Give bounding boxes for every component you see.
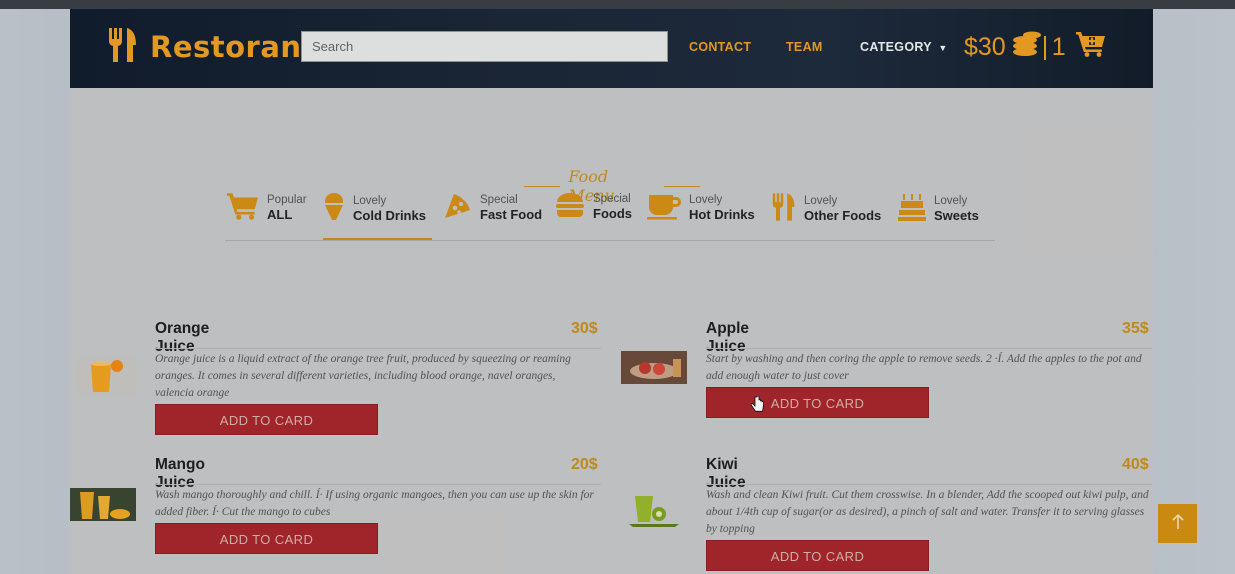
item-description: Wash and clean Kiwi fruit. Cut them cros… [706, 489, 1149, 535]
item-description: Orange juice is a liquid extract of the … [155, 353, 571, 399]
tab-main-label: ALL [267, 207, 293, 222]
tab-sub-label: Lovely [353, 195, 387, 207]
search-input[interactable]: Search [301, 31, 668, 62]
cart-separator [1043, 35, 1046, 60]
cart-icon [225, 192, 259, 224]
item-description: Wash mango thoroughly and chill. Í· If u… [155, 489, 594, 518]
coffee-icon [647, 192, 681, 224]
tab-main-label: Hot Drinks [689, 207, 755, 222]
menu-tabs: Popular ALL Lovely Cold Drinks Special F… [225, 192, 995, 241]
tab-main-label: Foods [593, 206, 632, 221]
nav-team-link[interactable]: TEAM [786, 40, 823, 54]
burger-icon [555, 192, 585, 222]
browser-top-strip [0, 0, 1235, 9]
pizza-icon [442, 192, 472, 224]
tab-sub-label: Special [593, 193, 631, 205]
coins-icon [1012, 31, 1042, 64]
add-to-card-button[interactable]: ADD TO CARD [155, 404, 378, 435]
item-divider [706, 348, 1152, 349]
tab-main-label: Fast Food [480, 207, 543, 222]
item-description: Start by washing and then coring the app… [706, 353, 1142, 382]
cart-count: 1 [1051, 33, 1066, 61]
menu-section: Food Menu Popular ALL Lovely Cold Drinks… [70, 88, 1153, 574]
tab-main-label: Sweets [934, 208, 979, 223]
cake-icon [898, 192, 926, 226]
item-image [621, 488, 687, 528]
item-price: 20$ [571, 456, 598, 473]
tab-sub-label: Lovely [689, 194, 723, 206]
add-to-card-button[interactable]: ADD TO CARD [155, 523, 378, 554]
logo[interactable]: Restoran [108, 28, 302, 66]
utensils-icon [772, 192, 796, 226]
tab-sweets[interactable]: Lovely Sweets [898, 192, 979, 226]
caret-down-icon: ▼ [938, 43, 948, 53]
tab-hot-drinks[interactable]: Lovely Hot Drinks [647, 192, 755, 224]
brand-name: Restoran [150, 30, 302, 64]
item-divider [155, 348, 601, 349]
item-price: 35$ [1122, 320, 1149, 337]
arrow-up-icon [1171, 513, 1184, 534]
tab-sub-label: Lovely [804, 195, 838, 207]
item-price: 40$ [1122, 456, 1149, 473]
mouse-pointer-icon [750, 395, 764, 418]
tab-main-label: Other Foods [804, 208, 882, 223]
nav-contact-link[interactable]: CONTACT [689, 40, 751, 54]
tab-sub-label: Lovely [934, 195, 968, 207]
tab-sub-label: Special [480, 194, 518, 206]
item-divider [706, 484, 1152, 485]
add-to-card-button[interactable]: ADD TO CARD [706, 387, 929, 418]
item-price: 30$ [571, 320, 598, 337]
heading-line-right [663, 185, 700, 187]
active-tab-indicator [323, 238, 432, 240]
tab-fast-food[interactable]: Special Fast Food [442, 192, 542, 224]
item-image [75, 358, 136, 394]
tab-other-foods[interactable]: Lovely Other Foods [772, 192, 881, 226]
ice-cream-icon [323, 192, 345, 226]
utensils-logo-icon [108, 28, 138, 66]
cart-area[interactable]: $30 1 [964, 31, 1106, 64]
tab-foods[interactable]: Special Foods [555, 192, 632, 222]
item-image [70, 488, 136, 521]
tab-main-label: Cold Drinks [353, 208, 426, 223]
item-image [621, 351, 687, 384]
add-to-card-button[interactable]: ADD TO CARD [706, 540, 929, 571]
item-divider [155, 484, 601, 485]
heading-line-left [524, 185, 561, 187]
back-to-top-button[interactable] [1158, 504, 1197, 543]
cart-icon [1074, 31, 1106, 64]
navbar: Restoran Search CONTACT TEAM CATEGORY ▼ … [70, 9, 1153, 88]
balance-amount: $30 [964, 33, 1006, 61]
tab-all[interactable]: Popular ALL [225, 192, 307, 224]
tab-cold-drinks[interactable]: Lovely Cold Drinks [323, 192, 426, 226]
nav-category-dropdown[interactable]: CATEGORY ▼ [860, 40, 948, 54]
page: Restoran Search CONTACT TEAM CATEGORY ▼ … [70, 9, 1153, 574]
tab-sub-label: Popular [267, 194, 307, 206]
nav-category-label: CATEGORY [860, 40, 932, 54]
